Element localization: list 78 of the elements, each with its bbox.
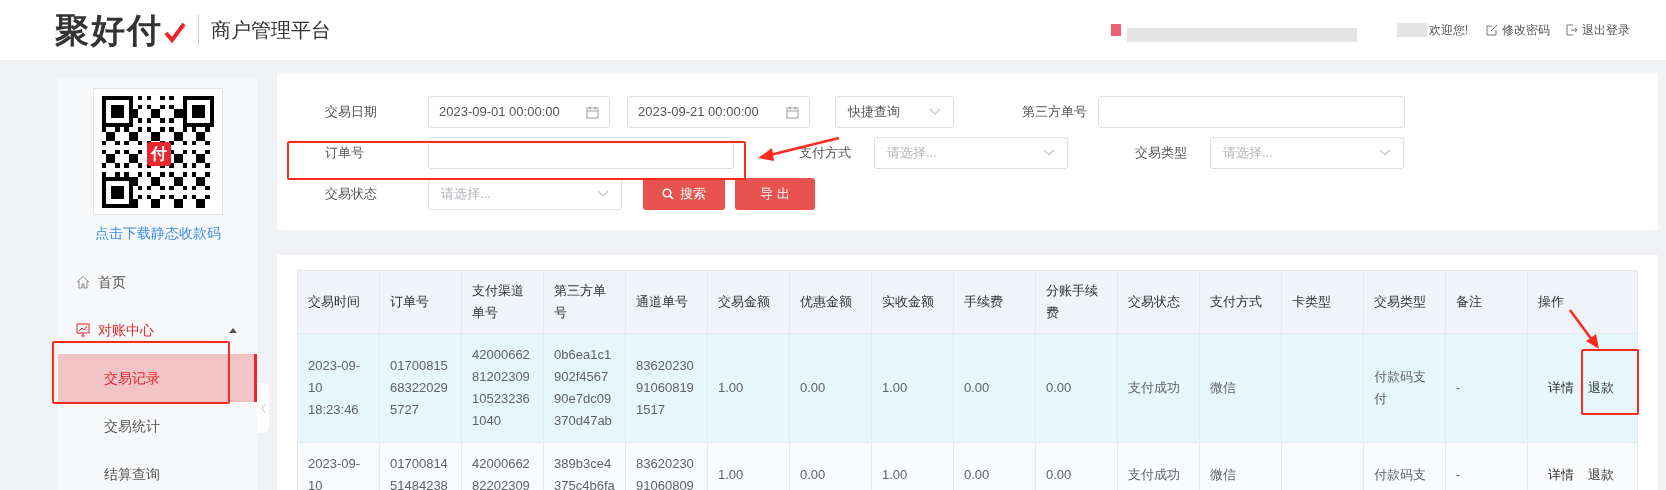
annotation-box <box>1581 349 1639 415</box>
detail-link[interactable]: 详情 <box>1548 378 1574 398</box>
field-label: 第三方单号 <box>1022 103 1088 122</box>
table-cell: 1.00 <box>871 333 954 443</box>
chevron-down-icon <box>929 108 941 116</box>
refund-link[interactable]: 退款 <box>1588 465 1614 485</box>
search-button[interactable]: 搜索 <box>643 178 725 210</box>
table-cell: 2023-09-10 18:23:46 <box>297 333 380 443</box>
field-label: 交易状态 <box>325 185 378 204</box>
column-header: 备注 <box>1445 270 1528 334</box>
chevron-down-icon <box>1043 149 1055 157</box>
chevron-down-icon <box>1379 149 1391 157</box>
logout-icon <box>1566 24 1578 36</box>
search-icon <box>662 188 674 200</box>
table-cell: 0.00 <box>1035 333 1118 443</box>
table-cell: 4200066281202309105232361040 <box>461 333 544 443</box>
welcome-text: 欢迎您! <box>1428 22 1468 39</box>
text-field[interactable] <box>428 137 734 169</box>
table-cell: 2023-09-10 <box>297 442 380 490</box>
column-header: 支付渠道单号 <box>461 270 544 334</box>
date-field[interactable]: 2023-09-01 00:00:00 <box>428 96 610 128</box>
redacted-block <box>1110 24 1121 36</box>
column-header: 交易金额 <box>707 270 790 334</box>
table-row[interactable]: 2023-09-10 0170081451484238 4200066282202309 389b3ce4375c4b6fa 8362023091060809 1.00 0.00 1.00 0.00 0.00 支付成功 微信 付款码支 - 详情 退款 <box>297 442 1638 490</box>
table-cell: 0.00 <box>789 333 872 443</box>
column-header: 卡类型 <box>1281 270 1364 334</box>
change-password-link[interactable]: 修改密码 <box>1486 21 1550 39</box>
nav-subitem[interactable]: 交易统计 <box>58 402 257 450</box>
column-header: 分账手续费 <box>1035 270 1118 334</box>
field-label: 支付方式 <box>799 144 852 163</box>
table-cell: 微信 <box>1199 333 1282 443</box>
app-title: 商户管理平台 <box>211 18 331 43</box>
select-field[interactable]: 快捷查询 <box>835 96 954 128</box>
column-header: 交易时间 <box>297 270 380 334</box>
edit-icon <box>1486 24 1498 36</box>
nav-item[interactable]: 首页 <box>58 258 257 306</box>
column-header: 通道单号 <box>625 270 708 334</box>
field-label: 交易类型 <box>1135 144 1188 163</box>
column-header: 交易状态 <box>1117 270 1200 334</box>
refund-link[interactable]: 退款 <box>1588 378 1614 398</box>
table-cell: - <box>1445 333 1528 443</box>
chart-monitor-icon <box>76 323 90 337</box>
logo: 聚好付 <box>55 9 163 51</box>
column-header: 订单号 <box>379 270 462 334</box>
field-label: 交易日期 <box>325 103 378 122</box>
field-label: 订单号 <box>325 144 365 163</box>
detail-link[interactable]: 详情 <box>1548 465 1574 485</box>
redacted-block <box>1396 23 1427 37</box>
annotation-arrow <box>1568 308 1602 350</box>
nav-subitem[interactable]: 结算查询 <box>58 450 257 490</box>
collapse-handle[interactable] <box>257 383 269 433</box>
table-cell: 0b6ea1c1902f456790e7dc09370d47ab <box>543 333 626 443</box>
table-cell: 支付成功 <box>1117 333 1200 443</box>
text-field[interactable] <box>1098 96 1405 128</box>
chevron-left-icon <box>260 403 266 413</box>
logout-link[interactable]: 退出登录 <box>1566 21 1630 39</box>
calendar-icon <box>586 105 599 119</box>
table-cell: 01700815683220295727 <box>379 333 462 443</box>
home-icon <box>76 275 90 289</box>
nav-item[interactable]: 对账中心 <box>58 306 257 354</box>
date-field[interactable]: 2023-09-21 00:00:00 <box>627 96 810 128</box>
table-cell: 付款码支付 <box>1363 333 1446 443</box>
column-header: 优惠金额 <box>789 270 872 334</box>
table-row[interactable]: 2023-09-10 18:23:46 01700815683220295727 4200066281202309105232361040 0b6ea1c1902f456790e7dc09370d47ab 83620230910608191517 1.00 0.00 1.00 0.00 0.00 支付成功 微信 付款码支付 - 详情 退款 <box>297 333 1638 443</box>
export-button[interactable]: 导 出 <box>735 178 815 210</box>
column-header: 操作 <box>1527 270 1638 334</box>
column-header: 第三方单号 <box>543 270 626 334</box>
calendar-icon <box>786 105 799 119</box>
table-cell: 83620230910608191517 <box>625 333 708 443</box>
column-header: 支付方式 <box>1199 270 1282 334</box>
table-cell: 0.00 <box>953 333 1036 443</box>
column-header: 实收金额 <box>871 270 954 334</box>
qr-badge: 付 <box>146 142 171 166</box>
chevron-down-icon <box>597 190 609 198</box>
column-header: 手续费 <box>953 270 1036 334</box>
column-header: 交易类型 <box>1363 270 1446 334</box>
check-icon <box>164 22 186 44</box>
table-cell: 1.00 <box>707 333 790 443</box>
